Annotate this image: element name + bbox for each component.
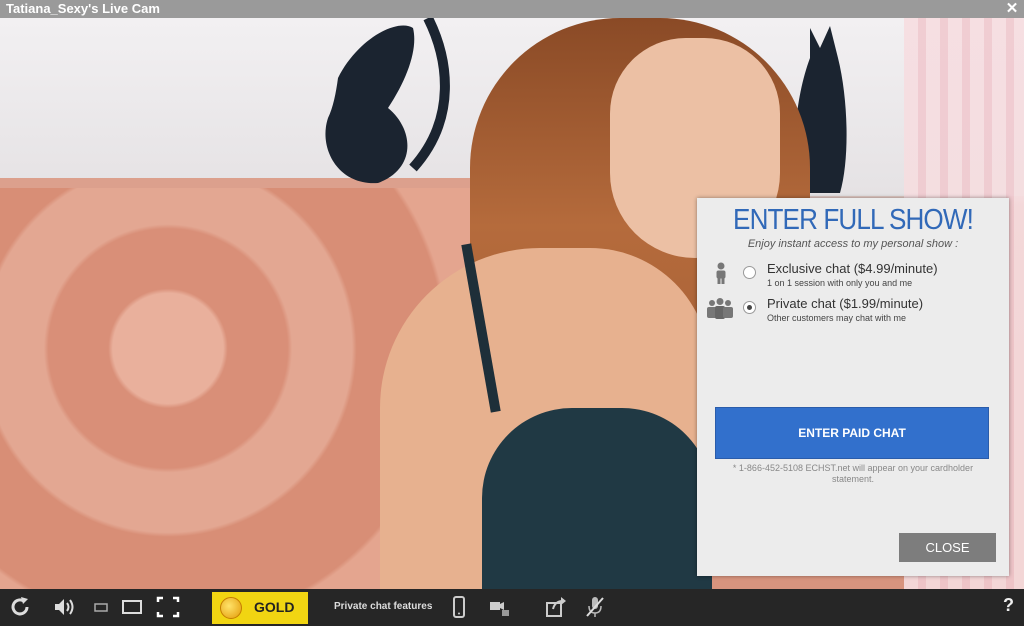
modal-subtitle: Enjoy instant access to my personal show…	[747, 238, 959, 250]
mute-mic-icon[interactable]	[583, 595, 607, 619]
volume-icon[interactable]	[52, 595, 76, 619]
help-icon[interactable]: ?	[1003, 595, 1014, 616]
window-title: Tatiana_Sexy's Live Cam	[6, 1, 160, 16]
billing-note: * 1-866-452-5108 ECHST.net will appear o…	[732, 463, 974, 484]
video-person-top	[482, 408, 712, 589]
gold-label: GOLD	[254, 599, 295, 615]
cat-decoration-left	[325, 18, 450, 184]
gold-coin-icon	[220, 597, 242, 619]
title-bar: Tatiana_Sexy's Live Cam ✕	[0, 0, 1024, 18]
window-close-icon[interactable]: ✕	[1004, 0, 1020, 18]
player-toolbar: GOLD Private chat features ?	[0, 589, 1024, 626]
option-private-chat[interactable]: Private chat ($1.99/minute) Other custom…	[697, 295, 1009, 329]
refresh-icon[interactable]	[8, 595, 32, 619]
share-icon[interactable]	[544, 595, 568, 619]
group-people-icon	[707, 298, 733, 319]
exclusive-chat-label: Exclusive chat ($4.99/minute)	[767, 261, 938, 276]
option-exclusive-chat[interactable]: Exclusive chat ($4.99/minute) 1 on 1 ses…	[697, 260, 1009, 294]
exclusive-chat-description: 1 on 1 session with only you and me	[767, 278, 913, 288]
full-show-modal: ENTER FULL SHOW! Enjoy instant access to…	[697, 198, 1009, 576]
enter-paid-chat-button[interactable]: ENTER PAID CHAT	[715, 407, 989, 459]
modal-close-button[interactable]: CLOSE	[899, 533, 996, 562]
exclusive-chat-radio[interactable]	[743, 266, 756, 279]
size-medium-icon[interactable]	[120, 595, 144, 619]
size-small-icon[interactable]	[89, 595, 113, 619]
private-chat-radio[interactable]	[743, 301, 756, 314]
private-chat-features-label: Private chat features	[334, 601, 433, 612]
gold-button[interactable]: GOLD	[212, 592, 308, 624]
private-chat-label: Private chat ($1.99/minute)	[767, 296, 924, 311]
cam-to-cam-icon[interactable]	[488, 595, 512, 619]
fullscreen-icon[interactable]	[156, 595, 180, 619]
mobile-icon[interactable]	[447, 595, 471, 619]
modal-title: ENTER FULL SHOW!	[733, 204, 974, 236]
single-person-icon	[716, 262, 726, 284]
private-chat-description: Other customers may chat with me	[767, 313, 907, 323]
